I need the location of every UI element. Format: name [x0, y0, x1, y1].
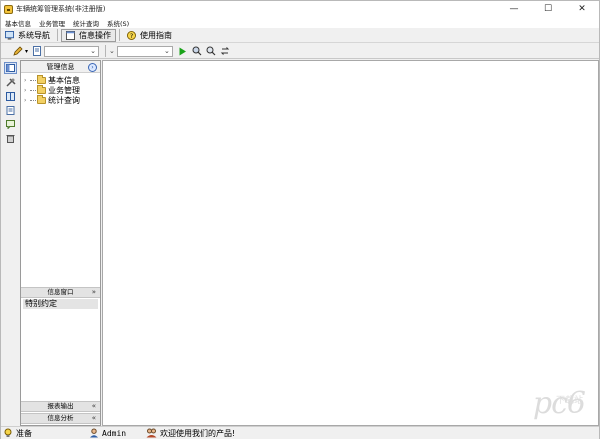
dropdown-arrow-icon[interactable]: ▾ [25, 48, 28, 55]
menu-system[interactable]: 系统(S) [103, 18, 133, 28]
menu-business[interactable]: 业务管理 [35, 18, 69, 28]
info-window-label: 信息窗口 [47, 288, 74, 296]
user-guide-label: 使用指南 [140, 30, 172, 40]
tree-item-statistics[interactable]: › 统计查询 [21, 94, 100, 105]
chevron-down-icon: » [91, 288, 96, 296]
toolbar-separator [105, 45, 107, 57]
info-analysis-label: 信息分析 [47, 414, 74, 422]
info-analysis-bar[interactable]: 信息分析 « [21, 413, 100, 424]
status-ready: 准备 [1, 427, 89, 439]
status-ready-text: 准备 [16, 428, 32, 438]
collapse-icon[interactable]: › [88, 63, 97, 72]
monitor-icon [5, 30, 14, 40]
info-operation-label: 信息操作 [79, 30, 111, 40]
watermark-sub: 下载站 [555, 396, 583, 406]
help-icon: ? [127, 30, 136, 40]
users-icon [146, 428, 157, 438]
watermark-logo: pc6 下载站 [533, 389, 586, 419]
minimize-button[interactable]: — [497, 1, 531, 17]
chevron-left-icon: « [91, 414, 96, 422]
info-window-bar[interactable]: 信息窗口 » [21, 287, 100, 298]
toolbar-separator [119, 29, 120, 41]
category-combo[interactable]: ⌄ [44, 45, 100, 57]
folder-icon [37, 84, 46, 94]
window-icon [66, 30, 75, 40]
window-title: 车辆统筹管理系统(非注册版) [16, 5, 106, 13]
svg-text:?: ? [130, 32, 133, 39]
chevron-down-icon: ⌄ [90, 46, 97, 55]
secondary-toolbar: ▾ ⌄ ⌄ ⌄ [1, 44, 599, 59]
tree-item-basic-info[interactable]: › 基本信息 [21, 74, 100, 85]
title-bar: 车辆统筹管理系统(非注册版) — ☐ ✕ [1, 1, 599, 17]
folder-icon [37, 74, 46, 84]
system-nav-button[interactable]: 系统导航 [1, 29, 54, 42]
status-user-text: Admin [102, 428, 127, 438]
side-icon-strip [2, 60, 19, 426]
menu-statistics[interactable]: 统计查询 [69, 18, 103, 28]
navigation-panel: 管理信息 › › 基本信息 › 业务管理 › 统计查询 信息窗口 » 特别约定 [20, 60, 101, 426]
user-icon [90, 428, 98, 438]
tools-icon[interactable] [4, 76, 17, 88]
user-guide-button[interactable]: ? 使用指南 [123, 29, 176, 42]
chevron-down-icon[interactable]: ⌄ [109, 47, 115, 55]
report-output-label: 报表输出 [47, 402, 74, 410]
nav-panel-icon[interactable] [4, 62, 17, 74]
maximize-button[interactable]: ☐ [531, 1, 565, 17]
tree-item-business[interactable]: › 业务管理 [21, 84, 100, 95]
light-icon [4, 428, 12, 437]
status-message: 欢迎使用我们的产品! [143, 427, 235, 439]
info-window-list: 特别约定 [21, 298, 100, 403]
nav-panel-header: 管理信息 › [21, 61, 100, 73]
search-users-icon[interactable] [192, 46, 202, 56]
app-icon [4, 4, 13, 14]
filter-combo[interactable]: ⌄ [116, 45, 173, 57]
info-operation-button[interactable]: 信息操作 [61, 28, 116, 42]
main-workspace[interactable] [102, 60, 599, 426]
chevron-left-icon: « [91, 402, 96, 410]
menu-basic-info[interactable]: 基本信息 [1, 18, 35, 28]
main-toolbar: 系统导航 信息操作 ? 使用指南 [1, 28, 599, 43]
status-message-text: 欢迎使用我们的产品! [160, 428, 236, 438]
menu-bar: 基本信息 业务管理 统计查询 系统(S) [1, 17, 599, 28]
message-icon[interactable] [4, 118, 17, 130]
system-nav-label: 系统导航 [18, 30, 50, 40]
book-icon[interactable] [4, 90, 17, 102]
status-user: Admin [89, 427, 143, 439]
refresh-icon[interactable] [220, 46, 230, 56]
run-icon[interactable] [178, 46, 188, 56]
toolbar-separator [57, 29, 58, 41]
app-window: 车辆统筹管理系统(非注册版) — ☐ ✕ 基本信息 业务管理 统计查询 系统(S… [0, 0, 600, 439]
report-output-bar[interactable]: 报表输出 « [21, 401, 100, 412]
folder-icon [37, 94, 46, 104]
search-icon[interactable] [206, 46, 216, 56]
chevron-down-icon: ⌄ [164, 46, 170, 55]
close-button[interactable]: ✕ [565, 1, 599, 17]
status-bar: 准备 Admin 欢迎使用我们的产品! [1, 426, 599, 439]
notepad-icon[interactable] [4, 104, 17, 116]
tree-item-label: 统计查询 [48, 95, 80, 105]
trash-icon[interactable] [4, 132, 17, 144]
nav-panel-title: 管理信息 [46, 63, 75, 71]
document-icon[interactable] [32, 46, 42, 56]
pencil-icon[interactable] [13, 46, 23, 56]
list-item[interactable]: 特别约定 [23, 299, 98, 309]
